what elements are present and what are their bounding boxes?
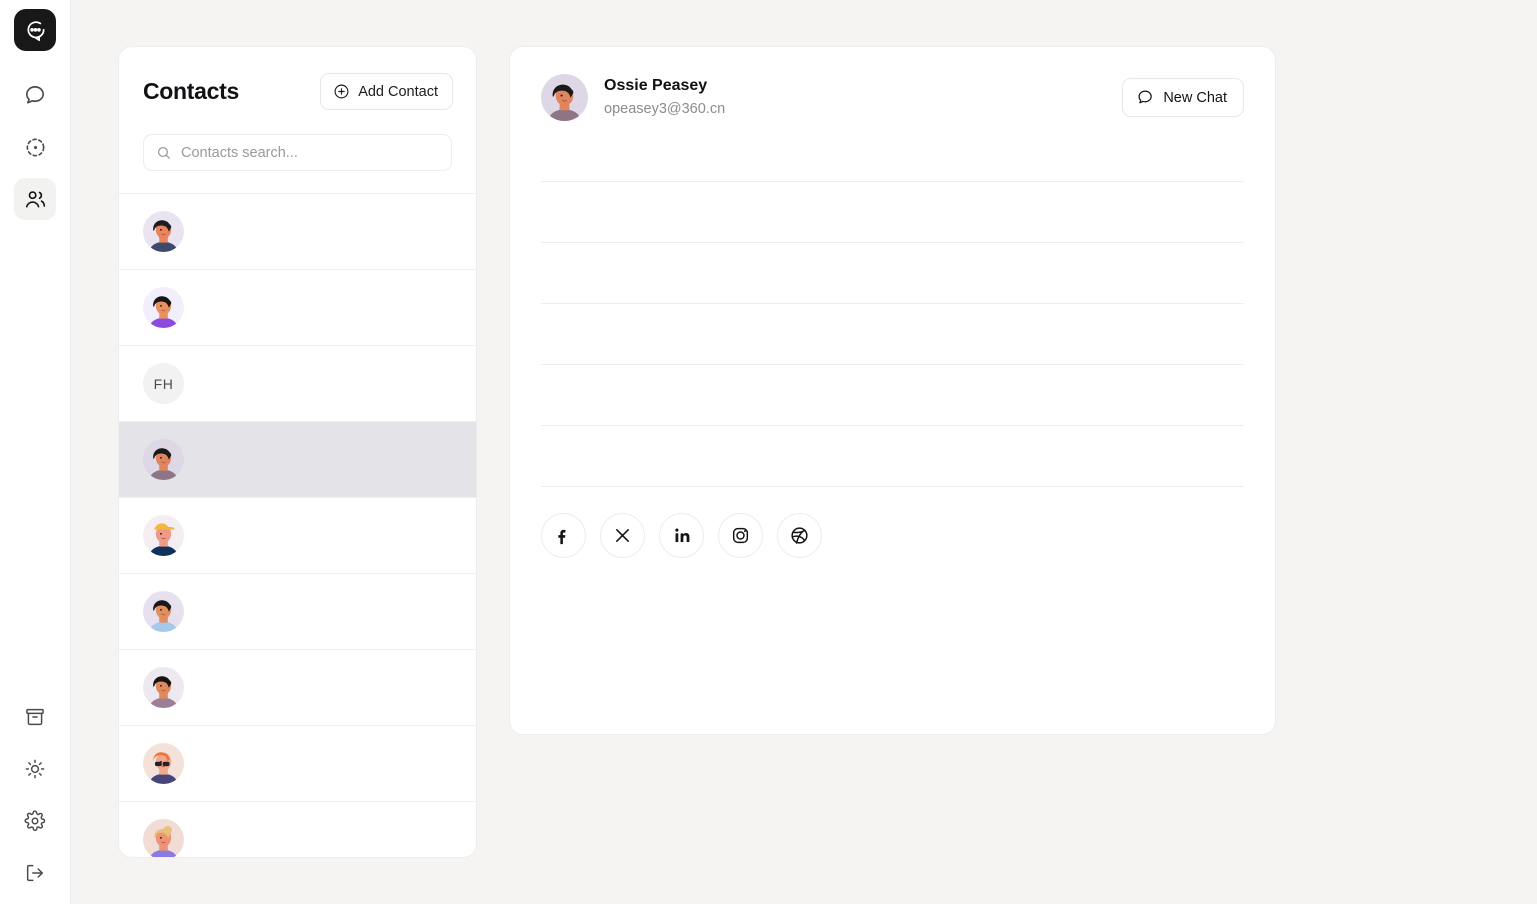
detail-field-value — [541, 448, 1244, 487]
detail-field — [541, 182, 1244, 243]
chat-bubble-icon — [24, 84, 47, 107]
contact-list-item[interactable] — [119, 193, 476, 269]
contact-detail-fields — [541, 121, 1244, 487]
app-logo[interactable] — [14, 9, 56, 51]
plus-circle-icon — [333, 83, 350, 100]
social-link-dribbble[interactable] — [777, 513, 822, 558]
avatar — [541, 74, 588, 121]
app-root: Contacts Add Contact — [0, 0, 1537, 904]
contacts-list: FH — [119, 193, 476, 858]
dribbble-icon — [789, 525, 810, 546]
contacts-panel: Contacts Add Contact — [118, 46, 477, 858]
linkedin-icon — [671, 525, 692, 546]
add-contact-label: Add Contact — [358, 84, 438, 100]
detail-field-value — [541, 326, 1244, 365]
page-title: Contacts — [143, 78, 239, 105]
sidebar-item-logout[interactable] — [14, 852, 56, 894]
social-link-x-twitter[interactable] — [600, 513, 645, 558]
add-contact-button[interactable]: Add Contact — [320, 73, 453, 110]
logout-icon — [24, 862, 46, 884]
avatar — [143, 211, 184, 252]
social-link-instagram[interactable] — [718, 513, 763, 558]
contact-list-item[interactable] — [119, 725, 476, 801]
contact-email: opeasey3@360.cn — [604, 98, 725, 120]
social-link-linkedin[interactable] — [659, 513, 704, 558]
avatar — [143, 819, 184, 858]
contact-list-item[interactable] — [119, 269, 476, 345]
avatar — [143, 287, 184, 328]
new-chat-label: New Chat — [1163, 90, 1227, 106]
contact-list-item[interactable] — [119, 573, 476, 649]
avatar — [143, 591, 184, 632]
chat-bubble-icon — [1137, 89, 1154, 106]
sidebar-item-theme-toggle[interactable] — [14, 748, 56, 790]
contact-list-item[interactable] — [119, 801, 476, 858]
workspace: Contacts Add Contact — [71, 0, 1537, 904]
detail-field-value — [541, 265, 1244, 304]
left-rail — [0, 0, 71, 904]
social-link-facebook[interactable] — [541, 513, 586, 558]
sidebar-item-settings[interactable] — [14, 800, 56, 842]
gear-icon — [24, 810, 46, 832]
avatar — [143, 743, 184, 784]
x-twitter-icon — [612, 525, 633, 546]
sidebar-item-status[interactable] — [14, 126, 56, 168]
detail-field — [541, 121, 1244, 182]
new-chat-button[interactable]: New Chat — [1122, 78, 1244, 117]
rail-bottom-nav — [0, 696, 70, 894]
sidebar-item-contacts[interactable] — [14, 178, 56, 220]
avatar — [143, 439, 184, 480]
search-input[interactable] — [181, 145, 439, 161]
archive-icon — [24, 706, 46, 728]
contact-list-item[interactable] — [119, 497, 476, 573]
detail-field-value — [541, 204, 1244, 243]
search-box[interactable] — [143, 134, 452, 171]
contact-identity: Ossie Peasey opeasey3@360.cn — [541, 74, 725, 121]
avatar: FH — [143, 363, 184, 404]
status-circle-icon — [24, 136, 47, 159]
contact-list-item[interactable]: FH — [119, 345, 476, 421]
contact-detail-panel: Ossie Peasey opeasey3@360.cn New Chat — [509, 46, 1276, 735]
contact-list-item[interactable] — [119, 421, 476, 497]
search-icon — [156, 145, 172, 161]
instagram-icon — [730, 525, 751, 546]
avatar — [143, 515, 184, 556]
contact-list-item[interactable] — [119, 649, 476, 725]
social-links — [541, 487, 1244, 558]
detail-field — [541, 243, 1244, 304]
detail-field — [541, 426, 1244, 487]
contacts-search-wrap — [119, 110, 476, 171]
detail-field-value — [541, 143, 1244, 182]
contacts-people-icon — [24, 188, 47, 211]
detail-field — [541, 304, 1244, 365]
contact-name: Ossie Peasey — [604, 74, 725, 98]
contact-detail-header: Ossie Peasey opeasey3@360.cn New Chat — [541, 74, 1244, 121]
facebook-icon — [553, 525, 574, 546]
rail-nav — [14, 74, 56, 220]
sidebar-item-archive[interactable] — [14, 696, 56, 738]
detail-field — [541, 365, 1244, 426]
sidebar-item-chats[interactable] — [14, 74, 56, 116]
contacts-header: Contacts Add Contact — [119, 47, 476, 110]
detail-field-value — [541, 387, 1244, 426]
chat-bubble-dots-logo-icon — [24, 19, 47, 42]
sun-icon — [24, 758, 46, 780]
avatar — [143, 667, 184, 708]
